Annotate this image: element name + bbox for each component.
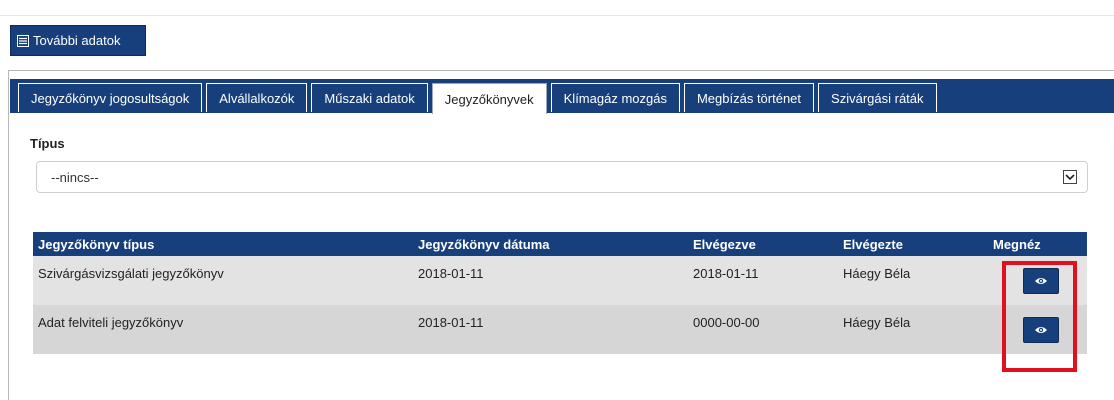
- type-select[interactable]: --nincs--: [36, 161, 1088, 193]
- tab-megbizas-tortenet[interactable]: Megbízás történet: [683, 83, 815, 112]
- tab-bar: Jegyzőkönyv jogosultságok Alvállalkozók …: [10, 79, 1114, 114]
- protocol-type: Adat felviteli jegyzőkönyv: [38, 315, 184, 330]
- done-by: Háegy Béla: [843, 266, 911, 281]
- column-header: Jegyzőkönyv dátuma: [418, 237, 550, 252]
- eye-icon: [1034, 274, 1048, 289]
- protocol-date: 2018-01-11: [418, 266, 484, 281]
- more-data-label: További adatok: [33, 33, 121, 48]
- eye-icon: [1034, 323, 1048, 338]
- column-header: Megnéz: [993, 237, 1041, 252]
- top-divider: [0, 15, 1114, 16]
- view-button[interactable]: [1023, 317, 1059, 343]
- protocol-date: 2018-01-11: [418, 315, 484, 330]
- done-by: Háegy Béla: [843, 315, 911, 330]
- view-button[interactable]: [1023, 268, 1059, 294]
- table-header: Jegyzőkönyv típus Jegyzőkönyv dátuma Elv…: [33, 232, 1087, 256]
- table-row: Adat felviteli jegyzőkönyv 2018-01-11 00…: [33, 305, 1087, 354]
- more-data-button[interactable]: További adatok: [10, 25, 146, 56]
- column-header: Elvégezve: [693, 237, 756, 252]
- column-header: Jegyzőkönyv típus: [38, 237, 155, 252]
- table-row: Szivárgásvizsgálati jegyzőkönyv 2018-01-…: [33, 256, 1087, 305]
- type-filter-label: Típus: [30, 136, 65, 151]
- tab-jegyzokonyvek[interactable]: Jegyzőkönyvek: [431, 83, 547, 114]
- tab-muszaki-adatok[interactable]: Műszaki adatok: [311, 83, 428, 112]
- chevron-down-icon: [1063, 170, 1077, 184]
- done-date: 2018-01-11: [693, 266, 759, 281]
- tab-alvallalkozok[interactable]: Alvállalkozók: [206, 83, 308, 112]
- tab-szivargasi-ratak[interactable]: Szivárgási ráták: [818, 83, 937, 112]
- tab-klimagaz-mozgas[interactable]: Klímagáz mozgás: [550, 83, 680, 112]
- column-header: Elvégezte: [843, 237, 903, 252]
- protocols-table: Jegyzőkönyv típus Jegyzőkönyv dátuma Elv…: [33, 232, 1087, 354]
- list-icon: [17, 34, 29, 47]
- done-date: 0000-00-00: [693, 315, 760, 330]
- protocol-type: Szivárgásvizsgálati jegyzőkönyv: [38, 266, 224, 281]
- tab-jegyzokonyv-jogosultsagok[interactable]: Jegyzőkönyv jogosultságok: [18, 83, 203, 112]
- type-select-value: --nincs--: [51, 169, 99, 185]
